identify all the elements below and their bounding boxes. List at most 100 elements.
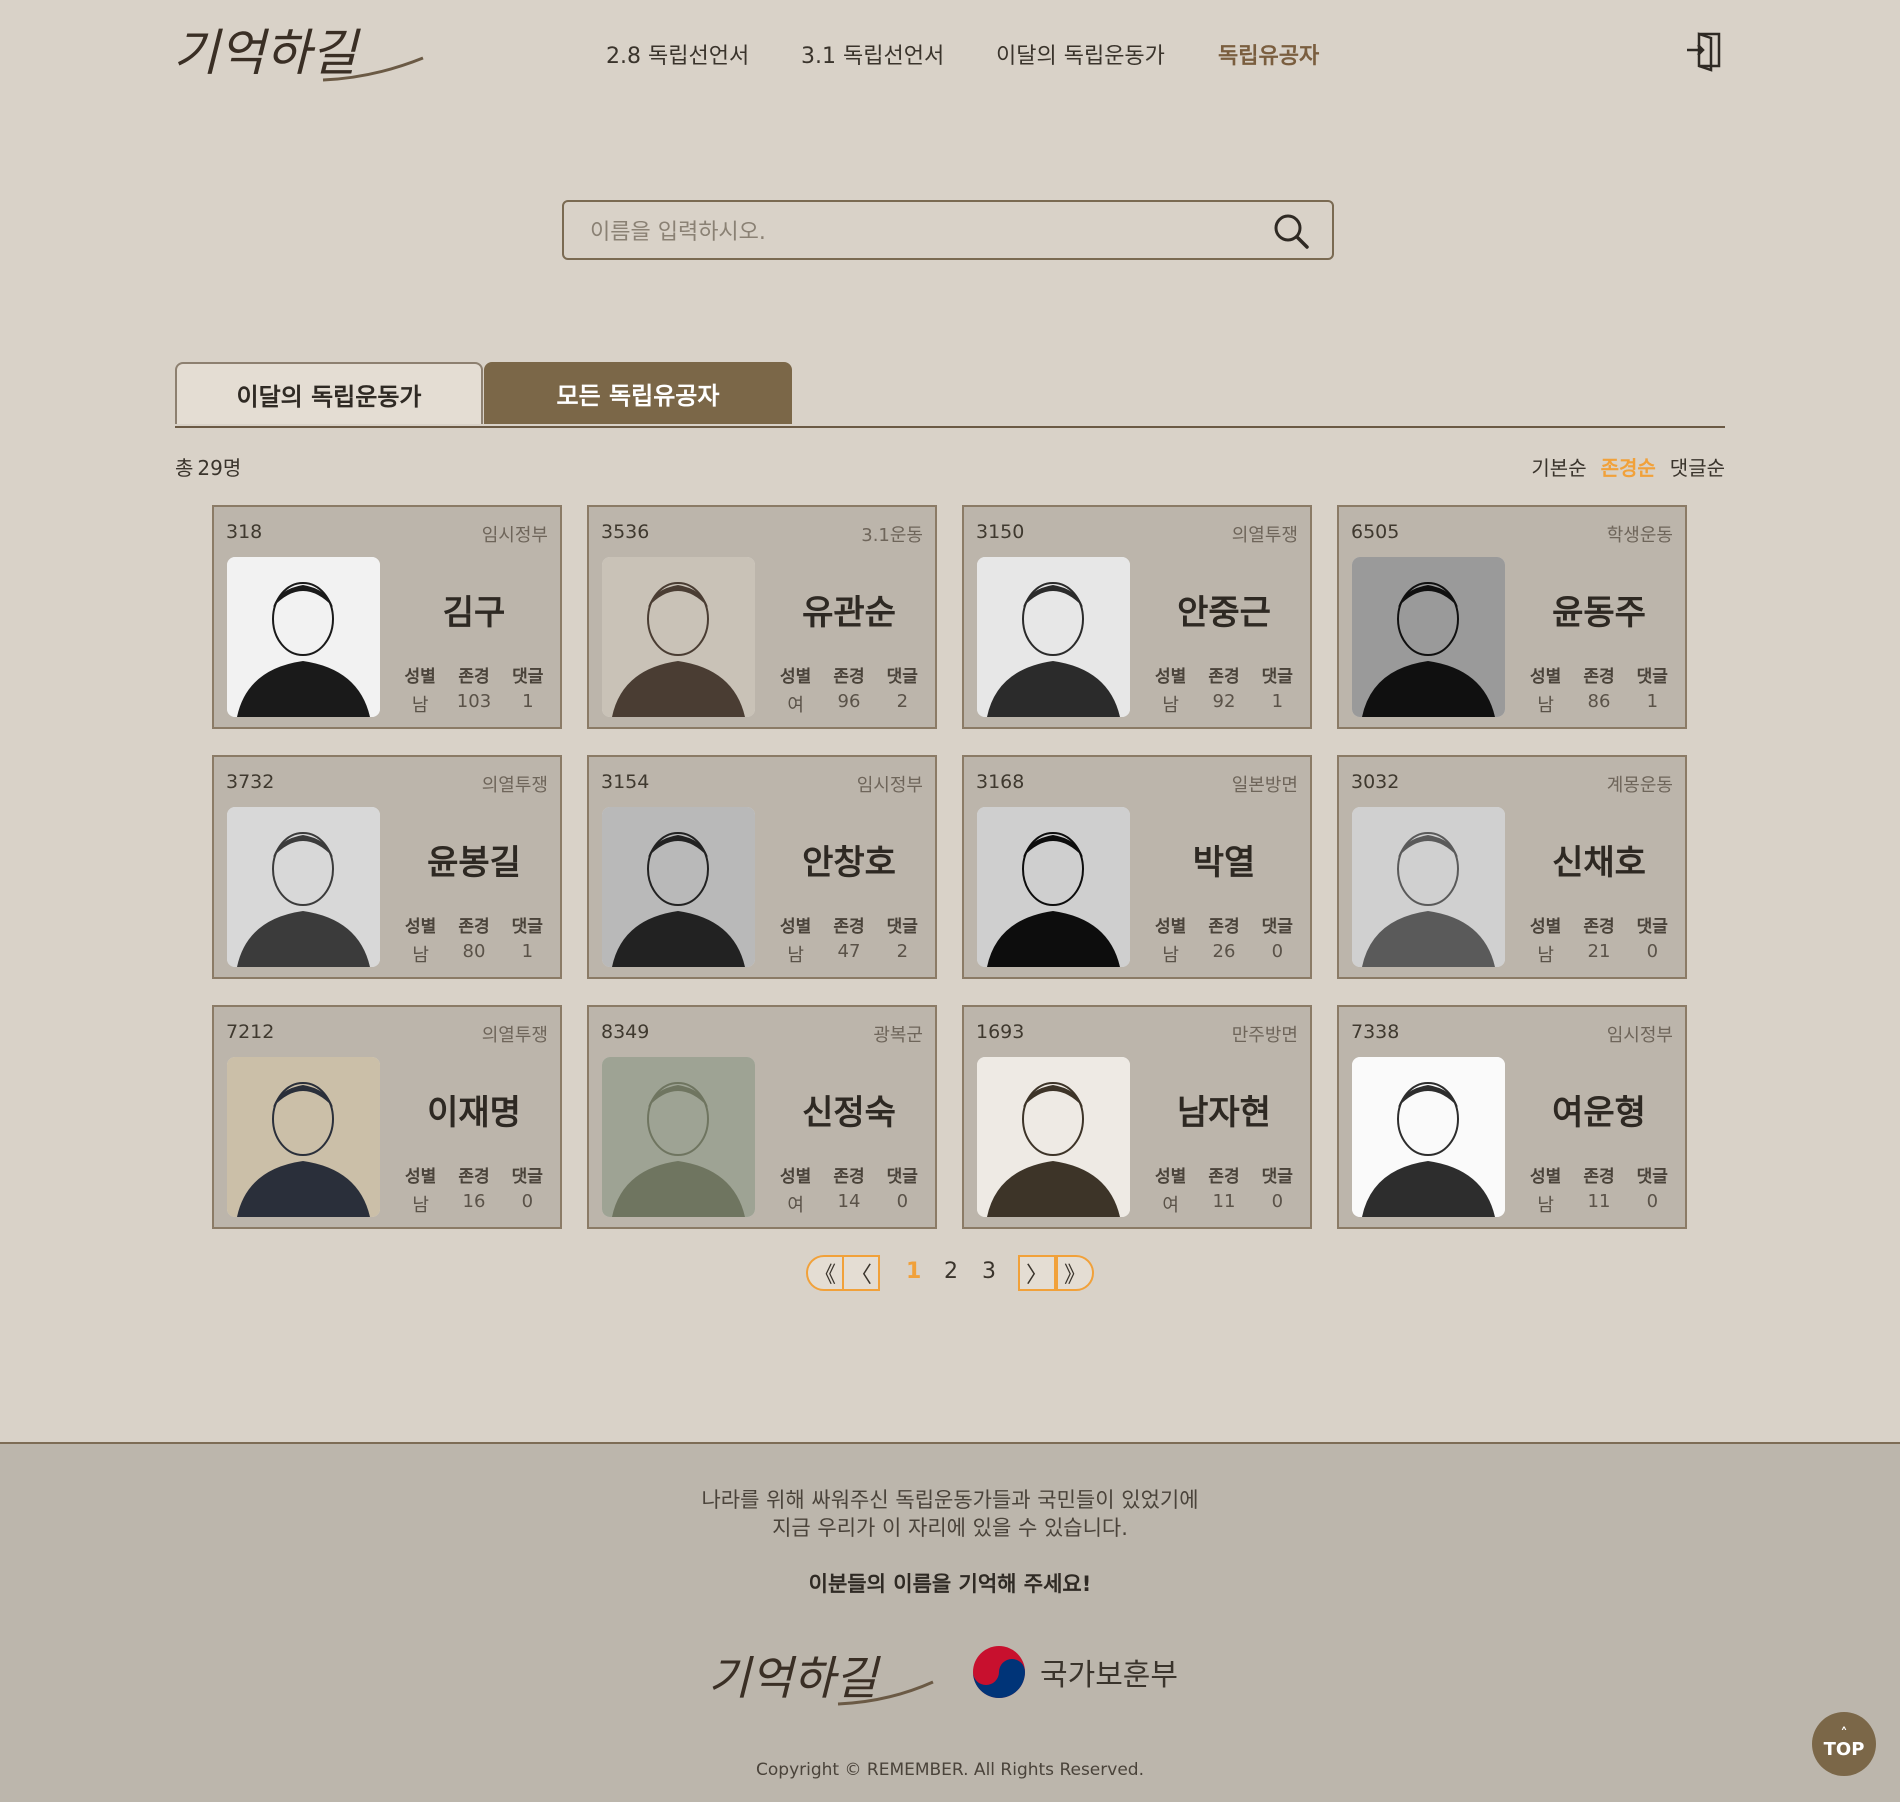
tab-monthly-activist[interactable]: 이달의 독립운동가 (175, 362, 483, 424)
scroll-top-button[interactable]: ˄ TOP (1812, 1712, 1876, 1776)
stat-label: 댓글 (1261, 667, 1293, 687)
stat-label: 존경 (833, 1167, 865, 1187)
stat-respect: 존경 86 (1583, 662, 1614, 717)
stat-label: 성별 (404, 667, 436, 687)
stat-label: 댓글 (1636, 917, 1668, 937)
patriot-card[interactable]: 318 임시정부 김구 성별 남 존경 103 댓글 1 (212, 505, 562, 729)
patriot-stats: 성별 남 존경 86 댓글 1 (1519, 662, 1679, 717)
patriot-id: 1693 (976, 1021, 1025, 1043)
last-page-button[interactable]: 》 (1056, 1255, 1094, 1291)
total-count-prefix: 총 (175, 456, 194, 480)
patriot-category: 계몽운동 (1606, 775, 1673, 796)
logo[interactable]: 기억하길 (173, 18, 433, 88)
footer-message-line1: 나라를 위해 싸워주신 독립운동가들과 국민들이 있었기에 (701, 1488, 1199, 1512)
patriot-card[interactable]: 3732 의열투쟁 윤봉길 성별 남 존경 80 댓글 1 (212, 755, 562, 979)
patriot-category: 학생운동 (1606, 525, 1673, 546)
page-number-2[interactable]: 2 (944, 1259, 958, 1284)
stat-comments: 댓글 0 (1637, 1162, 1668, 1217)
patriot-stats: 성별 여 존경 11 댓글 0 (1144, 1162, 1304, 1217)
patriot-category: 임시정부 (481, 525, 548, 546)
stat-value: 여 (1162, 1195, 1179, 1216)
sort-respect[interactable]: 존경순 (1601, 452, 1656, 481)
patriot-id: 6505 (1351, 521, 1400, 543)
stat-value: 103 (456, 691, 492, 712)
next-page-button[interactable]: 〉 (1018, 1255, 1056, 1291)
patriot-photo (977, 807, 1130, 967)
sort-default[interactable]: 기본순 (1531, 452, 1586, 481)
patriot-card[interactable]: 7212 의열투쟁 이재명 성별 남 존경 16 댓글 0 (212, 1005, 562, 1229)
stat-label: 존경 (458, 667, 490, 687)
stat-gender: 성별 남 (1530, 912, 1561, 967)
stat-value: 남 (411, 695, 429, 716)
patriot-card[interactable]: 3032 계몽운동 신채호 성별 남 존경 21 댓글 0 (1337, 755, 1687, 979)
stat-label: 존경 (1208, 667, 1240, 687)
patriot-card[interactable]: 3150 의열투쟁 안중근 성별 남 존경 92 댓글 1 (962, 505, 1312, 729)
patriot-card[interactable]: 3154 임시정부 안창호 성별 남 존경 47 댓글 2 (587, 755, 937, 979)
stat-comments: 댓글 1 (512, 912, 543, 967)
ministry-name: 국가보훈부 (1040, 1658, 1178, 1693)
patriot-photo (602, 807, 755, 967)
nav-link-monthly-activist[interactable]: 이달의 독립운동가 (996, 38, 1165, 70)
patriot-id: 3536 (601, 521, 650, 543)
patriot-card[interactable]: 8349 광복군 신정숙 성별 여 존경 14 댓글 0 (587, 1005, 937, 1229)
patriot-card[interactable]: 3168 일본방면 박열 성별 남 존경 26 댓글 0 (962, 755, 1312, 979)
copyright: Copyright © REMEMBER. All Rights Reserve… (756, 1760, 1144, 1780)
patriot-stats: 성별 남 존경 92 댓글 1 (1144, 662, 1304, 717)
search-icon[interactable] (1272, 212, 1310, 250)
stat-respect: 존경 92 (1208, 662, 1239, 717)
stat-respect: 존경 11 (1208, 1162, 1239, 1217)
patriot-name: 윤동주 (1552, 593, 1646, 633)
stat-value: 남 (412, 945, 429, 966)
patriot-name: 안중근 (1177, 593, 1271, 633)
stat-gender: 성별 남 (405, 912, 436, 967)
footer: 나라를 위해 싸워주신 독립운동가들과 국민들이 있었기에 지금 우리가 이 자… (0, 1442, 1900, 1802)
nav-link-31-declaration[interactable]: 3.1 독립선언서 (801, 38, 944, 70)
search-bar (562, 200, 1334, 260)
patriot-category: 일본방면 (1231, 775, 1298, 796)
patriot-card[interactable]: 3536 3.1운동 유관순 성별 여 존경 96 댓글 2 (587, 505, 937, 729)
patriot-name: 김구 (442, 593, 506, 633)
stat-label: 성별 (780, 917, 812, 937)
sort-comments[interactable]: 댓글순 (1670, 452, 1725, 481)
patriot-category: 의열투쟁 (481, 775, 548, 796)
stat-value: 0 (896, 1191, 909, 1212)
patriot-category: 임시정부 (1606, 1025, 1673, 1046)
patriot-name: 신정숙 (802, 1093, 896, 1133)
stat-gender: 성별남 (780, 912, 811, 967)
stat-value: 남 (1162, 945, 1179, 966)
stat-label: 댓글 (1261, 1167, 1293, 1187)
stat-respect: 존경 96 (833, 662, 864, 717)
patriot-card[interactable]: 6505 학생운동윤동주성별 남 존경 86 댓글 1 (1337, 505, 1687, 729)
stat-label: 댓글 (511, 917, 543, 937)
stat-value: 0 (1271, 941, 1284, 962)
tab-all-patriots[interactable]: 모든 독립유공자 (484, 362, 792, 424)
patriot-name: 여운형 (1552, 1093, 1646, 1133)
patriot-id: 3150 (976, 521, 1025, 543)
page-number-1[interactable]: 1 (906, 1259, 921, 1284)
stat-comments: 댓글 0 (1262, 912, 1293, 967)
nav-link-patriots[interactable]: 독립유공자 (1218, 38, 1319, 70)
search-input[interactable] (588, 214, 1272, 250)
stat-value: 남 (1162, 695, 1179, 716)
patriot-card[interactable]: 7338 임시정부 여운형 성별 남 존경 11 댓글 0 (1337, 1005, 1687, 1229)
patriot-photo (602, 557, 755, 717)
stat-gender: 성별 여 (1155, 1162, 1186, 1217)
arrow-up-icon: ˄ (1840, 1725, 1848, 1742)
stat-respect: 존경 47 (833, 912, 864, 967)
login-icon[interactable] (1685, 28, 1725, 72)
stat-gender: 성별 여 (780, 662, 811, 717)
stat-comments: 댓글 0 (512, 1162, 543, 1217)
stat-value: 남 (412, 1195, 429, 1216)
prev-page-button[interactable]: 〈 (842, 1255, 880, 1291)
nav-link-28-declaration[interactable]: 2.8 독립선언서 (606, 38, 749, 70)
first-page-button[interactable]: 《 (806, 1255, 844, 1291)
patriot-photo (227, 807, 380, 967)
patriot-name: 윤봉길 (427, 843, 521, 883)
stat-value: 80 (462, 941, 486, 962)
stat-gender: 성별 남 (1155, 912, 1186, 967)
stat-label: 댓글 (1636, 1167, 1668, 1187)
patriot-card[interactable]: 1693 만주방면 남자현 성별 여 존경 11 댓글 0 (962, 1005, 1312, 1229)
page-number-3[interactable]: 3 (982, 1259, 996, 1284)
stat-value: 0 (521, 1191, 534, 1212)
stat-value: 남 (787, 945, 804, 966)
